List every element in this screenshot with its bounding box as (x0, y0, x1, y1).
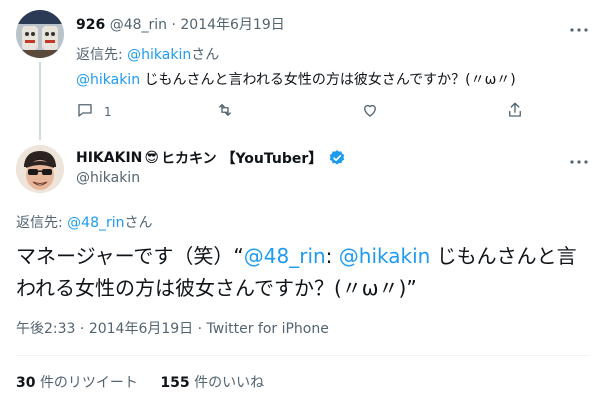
main-name-katakana: ヒカキン 【YouTuber】 (161, 151, 323, 167)
reply-button[interactable]: 1 (76, 99, 112, 125)
reply-header: 926 @48_rin · 2014年6月19日 (76, 14, 285, 34)
reply-action-bar: 1 (76, 99, 576, 125)
share-button[interactable] (506, 99, 524, 125)
engagement-stats: 30 件のリツイート 155 件のいいね (16, 372, 264, 392)
reply-text-body: じもんさんと言われる女性の方は彼女さんですか？(〃ω〃) (140, 72, 516, 88)
retweet-stat[interactable]: 30 件のリツイート (16, 375, 138, 391)
heart-icon (361, 101, 379, 123)
main-display-name[interactable]: HIKAKIN 😎 ヒカキン 【YouTuber】 (76, 148, 346, 168)
main-replying-to: 返信先: @48_rinさん (16, 212, 153, 232)
main-text-mention-rin[interactable]: @48_rin (244, 244, 326, 268)
verified-badge-icon[interactable] (328, 149, 346, 167)
reply-text-mention[interactable]: @hikakin (76, 72, 140, 88)
meta-separator-2: · (193, 321, 207, 337)
reply-display-name[interactable]: 926 (76, 17, 105, 33)
tweet-metadata: 午後2:33 · 2014年6月19日 · Twitter for iPhone (16, 318, 329, 338)
reply-replying-to: 返信先: @hikakinさん (76, 44, 219, 64)
main-text-mention-hikakin[interactable]: @hikakin (339, 244, 431, 268)
meta-separator-1: · (75, 321, 89, 337)
sunglasses-emoji-icon: 😎 (144, 150, 159, 166)
main-tweet-text: マネージャーです（笑）“@48_rin: @hikakin じもんさんと言われる… (16, 240, 586, 304)
main-reply-to-prefix: 返信先: (16, 215, 68, 231)
retweet-count: 30 (16, 375, 36, 391)
reply-to-prefix: 返信先: (76, 47, 128, 63)
reply-to-suffix: さん (191, 47, 220, 63)
like-count: 155 (160, 375, 190, 391)
main-name-text: HIKAKIN (76, 150, 143, 166)
reply-date[interactable]: 2014年6月19日 (180, 17, 284, 33)
like-stat[interactable]: 155 件のいいね (160, 375, 264, 391)
tweet-time[interactable]: 午後2:33 (16, 321, 75, 337)
reply-more-icon[interactable] (569, 20, 589, 40)
retweet-label: 件のリツイート (39, 375, 138, 391)
reply-count: 1 (104, 105, 112, 119)
tweet-date[interactable]: 2014年6月19日 (89, 321, 193, 337)
retweet-icon (216, 101, 234, 123)
reply-handle[interactable]: @48_rin (110, 17, 167, 33)
main-avatar[interactable] (16, 145, 64, 193)
main-more-icon[interactable] (569, 152, 589, 172)
main-reply-to-user-link[interactable]: @48_rin (67, 215, 124, 231)
thread-connector-line (39, 62, 41, 140)
main-reply-to-suffix: さん (124, 215, 153, 231)
like-button[interactable] (361, 99, 379, 125)
main-text-colon: : (325, 244, 339, 268)
reply-tweet: 926 @48_rin · 2014年6月19日 返信先: @hikakinさん… (0, 0, 605, 140)
like-label: 件のいいね (194, 375, 265, 391)
retweet-button[interactable] (216, 99, 234, 125)
share-icon (506, 101, 524, 123)
reply-tweet-text: @hikakin じもんさんと言われる女性の方は彼女さんですか？(〃ω〃) (76, 69, 516, 89)
main-text-intro: マネージャーです（笑）“ (16, 244, 244, 268)
reply-avatar[interactable] (16, 10, 64, 58)
comment-icon (76, 101, 94, 123)
reply-to-user-link[interactable]: @hikakin (127, 47, 191, 63)
tweet-source[interactable]: Twitter for iPhone (207, 321, 329, 337)
reply-separator: · (171, 17, 176, 33)
main-handle[interactable]: @hikakin (76, 170, 140, 186)
stats-top-divider (16, 355, 589, 356)
